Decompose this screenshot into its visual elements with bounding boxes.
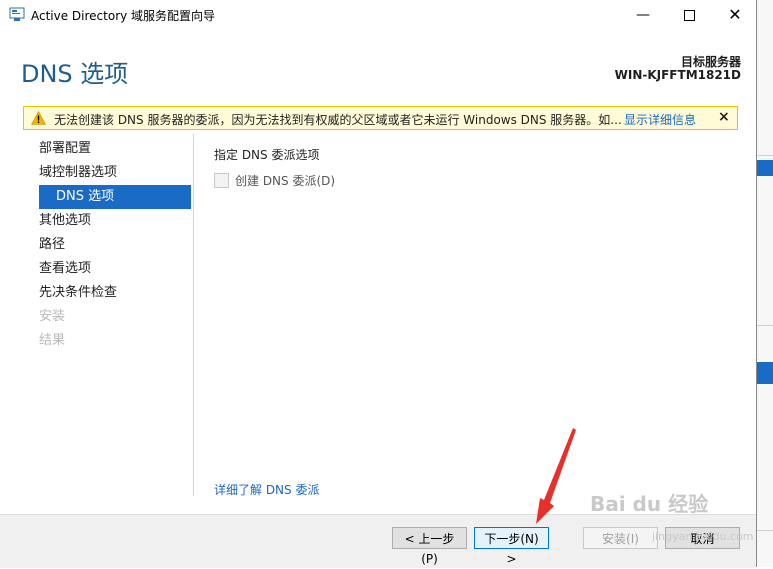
warning-banner: 无法创建该 DNS 服务器的委派，因为无法找到有权威的父区域或者它未运行 Win… xyxy=(23,106,738,130)
window-title: Active Directory 域服务配置向导 xyxy=(31,9,216,23)
nav-divider xyxy=(193,134,194,496)
nav-item-review-options[interactable]: 查看选项 xyxy=(39,257,191,281)
nav-item-results: 结果 xyxy=(39,333,66,348)
warning-message: 无法创建该 DNS 服务器的委派，因为无法找到有权威的父区域或者它未运行 Win… xyxy=(54,113,622,127)
wizard-footer: < 上一步(P) 下一步(N) > 安装(I) 取消 xyxy=(0,514,756,568)
previous-button[interactable]: < 上一步(P) xyxy=(392,527,467,566)
page-header: DNS 选项 目标服务器 WIN-KJFFTM1821D xyxy=(0,30,756,102)
nav-item-paths[interactable]: 路径 xyxy=(39,233,191,257)
page-title: DNS 选项 xyxy=(21,60,129,88)
baidu-watermark-url: jingyan.baidu.com xyxy=(652,530,754,543)
dns-options-panel: 指定 DNS 委派选项 创建 DNS 委派(D) xyxy=(214,146,335,188)
warning-close-icon[interactable]: × xyxy=(718,109,730,125)
background-window-edge xyxy=(757,0,773,567)
show-details-link[interactable]: 显示详细信息 xyxy=(624,111,696,128)
nav-item-dc-options[interactable]: 域控制器选项 xyxy=(39,161,191,185)
nav-item-dns-options[interactable]: DNS 选项 xyxy=(39,185,191,209)
next-button[interactable]: 下一步(N) > xyxy=(474,527,549,566)
create-dns-delegation-label[interactable]: 创建 DNS 委派(D) xyxy=(235,174,335,188)
nav-item-additional-options[interactable]: 其他选项 xyxy=(39,209,191,233)
background-highlight xyxy=(757,362,773,384)
create-dns-delegation-row[interactable]: 创建 DNS 委派(D) xyxy=(214,172,335,189)
maximize-icon xyxy=(683,9,695,21)
red-arrow-annotation xyxy=(536,428,576,524)
close-button[interactable]: ✕ xyxy=(712,0,758,30)
nav-item-deployment-config[interactable]: 部署配置 xyxy=(39,137,191,161)
section-label: 指定 DNS 委派选项 xyxy=(214,148,320,162)
wizard-nav: 部署配置 域控制器选项 DNS 选项 其他选项 路径 查看选项 先决条件检查 安… xyxy=(39,137,191,353)
install-button: 安装(I) xyxy=(583,527,658,549)
title-bar[interactable]: Active Directory 域服务配置向导 — ✕ xyxy=(0,0,756,30)
create-dns-delegation-checkbox[interactable] xyxy=(214,173,229,188)
target-server-name: WIN-KJFFTM1821D xyxy=(614,68,741,82)
background-divider xyxy=(757,325,773,326)
minimize-button[interactable]: — xyxy=(620,0,666,30)
nav-item-prerequisites-check[interactable]: 先决条件检查 xyxy=(39,281,191,305)
warning-icon xyxy=(31,111,46,125)
background-divider xyxy=(757,155,773,156)
wizard-window: Active Directory 域服务配置向导 — ✕ DNS 选项 目标服务… xyxy=(0,0,757,568)
baidu-watermark: Bai du 经验 xyxy=(590,492,709,516)
nav-item-installation: 安装 xyxy=(39,309,66,324)
background-divider xyxy=(757,530,773,531)
maximize-button[interactable] xyxy=(666,0,712,30)
server-manager-icon xyxy=(9,7,25,21)
background-highlight xyxy=(757,160,773,176)
learn-more-dns-delegation-link[interactable]: 详细了解 DNS 委派 xyxy=(214,481,319,498)
